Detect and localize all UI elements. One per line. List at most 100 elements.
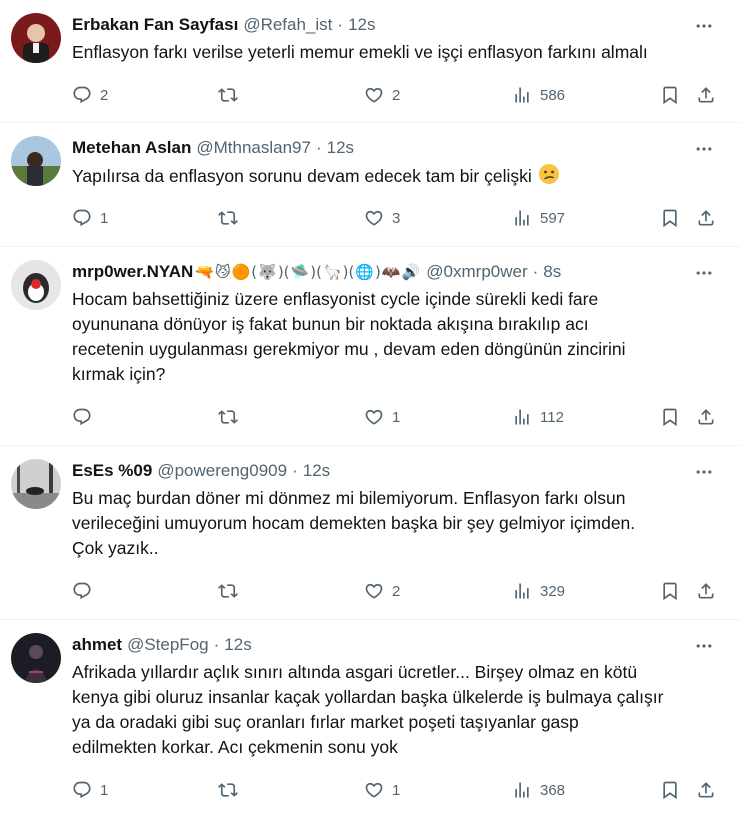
views-button[interactable]: 112 <box>512 405 564 429</box>
retweet-button[interactable] <box>218 778 246 802</box>
bookmark-button[interactable] <box>660 83 680 107</box>
author-name[interactable]: mrp0wer.NYAN <box>72 262 193 282</box>
reply-button[interactable] <box>72 579 100 603</box>
views-icon <box>512 407 532 427</box>
more-icon <box>694 462 714 482</box>
share-icon <box>696 208 716 228</box>
author-name[interactable]: Erbakan Fan Sayfası <box>72 15 238 35</box>
views-icon <box>512 780 532 800</box>
avatar[interactable] <box>11 13 61 63</box>
action-bar: 1 3 597 <box>72 206 722 230</box>
timestamp[interactable]: 8s <box>543 262 561 282</box>
tweet[interactable]: EsEs %09 @powereng0909 · 12s Bu maç burd… <box>0 446 740 620</box>
name-emoji: 🔊 <box>401 263 421 281</box>
view-count: 112 <box>540 408 564 426</box>
retweet-button[interactable] <box>218 206 246 230</box>
views-button[interactable]: 368 <box>512 778 565 802</box>
view-count: 368 <box>540 781 566 799</box>
like-button[interactable]: 2 <box>364 579 400 603</box>
share-button[interactable] <box>696 83 716 107</box>
retweet-button[interactable] <box>218 83 246 107</box>
bookmark-button[interactable] <box>660 778 680 802</box>
reply-count: 1 <box>100 781 109 799</box>
author-handle[interactable]: @Mthnaslan97 <box>196 138 311 158</box>
reply-feed: Erbakan Fan Sayfası @Refah_ist · 12s Enf… <box>0 0 740 814</box>
retweet-icon <box>218 208 238 228</box>
timestamp[interactable]: 12s <box>224 635 251 655</box>
tweet[interactable]: Metehan Aslan @Mthnaslan97 · 12s Yapılır… <box>0 123 740 247</box>
name-emoji: 🟠 <box>231 263 251 281</box>
reply-button[interactable]: 2 <box>72 83 108 107</box>
share-icon <box>696 581 716 601</box>
tweet-text: Enflasyon farkı verilse yeterli memur em… <box>72 42 648 62</box>
bookmark-button[interactable] <box>660 405 680 429</box>
more-options-button[interactable] <box>694 265 714 281</box>
bookmark-icon <box>660 581 680 601</box>
share-icon <box>696 780 716 800</box>
action-bar: 1 1 368 <box>72 778 722 802</box>
like-button[interactable]: 1 <box>364 778 400 802</box>
avatar[interactable] <box>11 459 61 509</box>
more-options-button[interactable] <box>694 18 714 34</box>
tweet[interactable]: mrp0wer.NYAN 🔫 😼 🟠 ( 🐺 )( 🛸 )( 🦙 )( 🌐 ) … <box>0 247 740 446</box>
timestamp[interactable]: 12s <box>327 138 354 158</box>
share-button[interactable] <box>696 405 716 429</box>
heart-icon <box>364 208 384 228</box>
bookmark-button[interactable] <box>660 206 680 230</box>
name-emoji: 🦇 <box>381 263 401 281</box>
tweet-header: mrp0wer.NYAN 🔫 😼 🟠 ( 🐺 )( 🛸 )( 🦙 )( 🌐 ) … <box>72 261 561 283</box>
retweet-button[interactable] <box>218 405 246 429</box>
more-icon <box>694 139 714 159</box>
more-icon <box>694 636 714 656</box>
reply-icon <box>72 581 92 601</box>
like-count: 2 <box>392 582 401 600</box>
tweet[interactable]: Erbakan Fan Sayfası @Refah_ist · 12s Enf… <box>0 0 740 123</box>
avatar[interactable] <box>11 633 61 683</box>
heart-icon <box>364 407 384 427</box>
avatar[interactable] <box>11 136 61 186</box>
share-button[interactable] <box>696 206 716 230</box>
more-options-button[interactable] <box>694 638 714 654</box>
bookmark-icon <box>660 780 680 800</box>
tweet[interactable]: ahmet @StepFog · 12s Afrikada yıllardır … <box>0 620 740 814</box>
bookmark-icon <box>660 208 680 228</box>
retweet-button[interactable] <box>218 579 246 603</box>
author-handle[interactable]: @StepFog <box>127 635 209 655</box>
bookmark-button[interactable] <box>660 579 680 603</box>
share-button[interactable] <box>696 778 716 802</box>
retweet-icon <box>218 85 238 105</box>
more-options-button[interactable] <box>694 141 714 157</box>
author-name[interactable]: Metehan Aslan <box>72 138 191 158</box>
timestamp[interactable]: 12s <box>303 461 330 481</box>
like-button[interactable]: 3 <box>364 206 400 230</box>
action-bar: 2 329 <box>72 579 722 603</box>
separator-dot: · <box>213 635 220 654</box>
like-button[interactable]: 2 <box>364 83 400 107</box>
reply-button[interactable]: 1 <box>72 778 108 802</box>
views-button[interactable]: 329 <box>512 579 565 603</box>
more-options-button[interactable] <box>694 464 714 480</box>
name-emoji: )( <box>310 263 322 281</box>
reply-icon <box>72 407 92 427</box>
author-name[interactable]: EsEs %09 <box>72 461 152 481</box>
name-emoji: 🛸 <box>290 263 310 281</box>
share-button[interactable] <box>696 579 716 603</box>
timestamp[interactable]: 12s <box>348 15 375 35</box>
author-handle[interactable]: @Refah_ist <box>243 15 332 35</box>
reply-button[interactable] <box>72 405 100 429</box>
heart-icon <box>364 85 384 105</box>
action-bar: 2 2 586 <box>72 83 722 107</box>
name-emoji: 🔫 <box>195 263 214 281</box>
author-handle[interactable]: @0xmrp0wer <box>426 262 527 282</box>
separator-dot: · <box>292 461 298 480</box>
reply-button[interactable]: 1 <box>72 206 108 230</box>
author-handle[interactable]: @powereng0909 <box>157 461 287 481</box>
tweet-text: Afrikada yıllardır açlık sınırı altında … <box>72 662 664 757</box>
views-button[interactable]: 586 <box>512 83 565 107</box>
tweet-header: ahmet @StepFog · 12s <box>72 634 252 656</box>
author-name[interactable]: ahmet <box>72 635 122 655</box>
views-icon <box>512 581 532 601</box>
views-button[interactable]: 597 <box>512 206 565 230</box>
like-button[interactable]: 1 <box>364 405 400 429</box>
avatar[interactable] <box>11 260 61 310</box>
